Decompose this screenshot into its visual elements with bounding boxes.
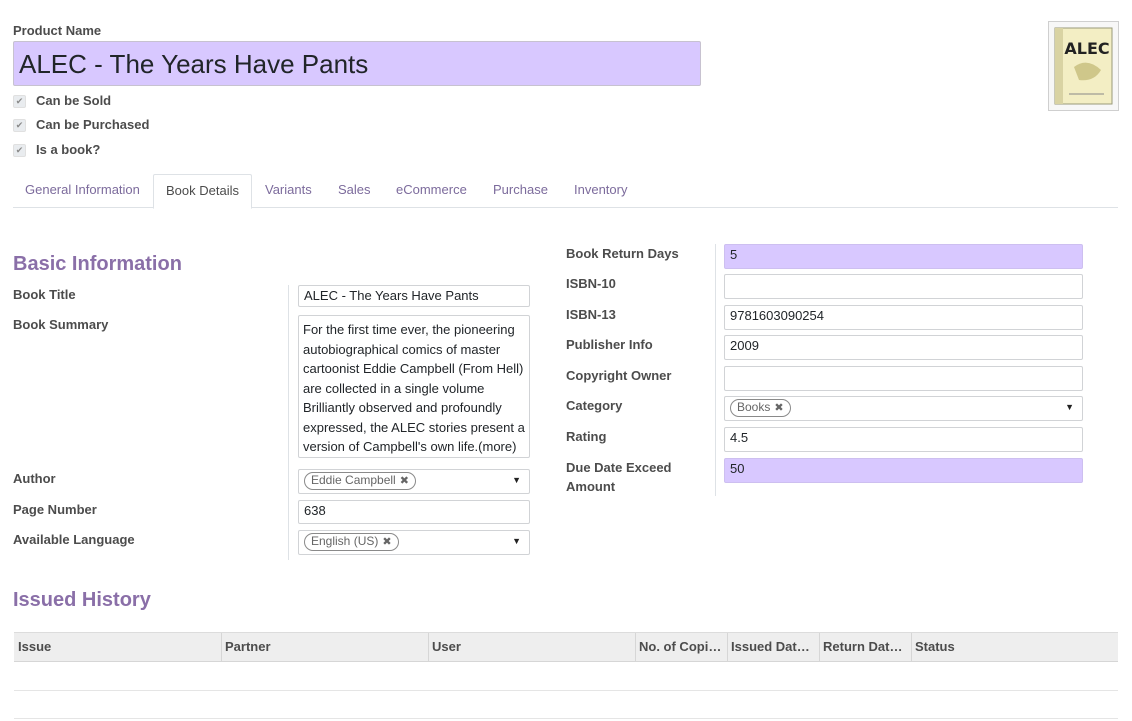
category-label: Category: [566, 398, 623, 413]
column-partner[interactable]: Partner: [221, 633, 429, 661]
isbn13-input[interactable]: 9781603090254: [724, 305, 1083, 330]
language-select[interactable]: English (US) ✖ ▼: [298, 530, 530, 555]
copyright-owner-label: Copyright Owner: [566, 368, 672, 383]
check-icon[interactable]: ✔: [13, 95, 26, 109]
book-summary-textarea[interactable]: For the first time ever, the pioneering …: [298, 315, 530, 458]
book-return-days-input[interactable]: 5: [724, 244, 1083, 269]
book-title-label: Book Title: [13, 287, 76, 302]
language-tag-label: English (US): [311, 534, 379, 548]
can-be-purchased-label: Can be Purchased: [36, 117, 150, 132]
issued-history-table-header: Issue Partner User No. of Copi… Issued D…: [14, 632, 1118, 662]
publisher-info-input[interactable]: 2009: [724, 335, 1083, 360]
remove-tag-icon[interactable]: ✖: [774, 402, 783, 414]
issued-history-title: Issued History: [13, 589, 151, 611]
author-tag: Eddie Campbell ✖: [304, 472, 416, 490]
column-issue[interactable]: Issue: [14, 633, 222, 661]
due-date-exceed-amount-input[interactable]: 50: [724, 458, 1083, 483]
left-divider: [288, 285, 289, 560]
check-icon[interactable]: ✔: [13, 119, 26, 133]
book-cover-title: ALEC: [1064, 39, 1109, 58]
product-name-value: ALEC - The Years Have Pants: [19, 49, 369, 79]
page-number-input[interactable]: 638: [298, 500, 530, 524]
product-name-input[interactable]: ALEC - The Years Have Pants: [13, 41, 701, 86]
remove-tag-icon[interactable]: ✖: [382, 536, 391, 548]
rating-label: Rating: [566, 429, 607, 444]
isbn10-label: ISBN-10: [566, 276, 616, 291]
tab-general-information[interactable]: General Information: [13, 174, 152, 206]
book-summary-label: Book Summary: [13, 317, 109, 332]
notebook-tabs: General Information Book Details Variant…: [13, 174, 1118, 209]
due-amount-label: Amount: [566, 479, 616, 494]
book-cover-image: ALEC: [1054, 27, 1113, 105]
column-user[interactable]: User: [428, 633, 636, 661]
column-return-date[interactable]: Return Dat…: [819, 633, 912, 661]
product-name-label: Product Name: [13, 23, 102, 38]
category-tag: Books ✖: [730, 399, 791, 417]
basic-information-title: Basic Information: [13, 253, 182, 275]
column-issued-date[interactable]: Issued Dat…: [727, 633, 820, 661]
tab-sales[interactable]: Sales: [326, 174, 383, 206]
table-row: [14, 661, 1118, 691]
publisher-info-label: Publisher Info: [566, 337, 653, 352]
rating-input[interactable]: 4.5: [724, 427, 1083, 452]
is-a-book-label: Is a book?: [36, 142, 101, 157]
page-number-label: Page Number: [13, 502, 97, 517]
author-label: Author: [13, 471, 56, 486]
product-image[interactable]: ALEC: [1048, 21, 1119, 111]
caret-down-icon[interactable]: ▼: [512, 470, 521, 490]
tab-variants[interactable]: Variants: [253, 174, 324, 206]
due-date-exceed-label: Due Date Exceed: [566, 460, 672, 475]
caret-down-icon[interactable]: ▼: [1065, 397, 1074, 417]
language-tag: English (US) ✖: [304, 533, 399, 551]
book-title-input[interactable]: ALEC - The Years Have Pants: [298, 285, 530, 307]
copyright-owner-input[interactable]: [724, 366, 1083, 391]
can-be-sold-label: Can be Sold: [36, 93, 112, 108]
tab-inventory[interactable]: Inventory: [562, 174, 639, 206]
author-select[interactable]: Eddie Campbell ✖ ▼: [298, 469, 530, 494]
is-a-book-checkbox[interactable]: ✔ Is a book?: [13, 142, 101, 158]
can-be-purchased-checkbox[interactable]: ✔ Can be Purchased: [13, 117, 150, 133]
book-return-days-label: Book Return Days: [566, 246, 679, 261]
tab-ecommerce[interactable]: eCommerce: [384, 174, 479, 206]
table-row: [14, 690, 1118, 719]
right-divider: [715, 244, 716, 496]
isbn10-input[interactable]: [724, 274, 1083, 299]
category-tag-label: Books: [737, 400, 771, 414]
isbn13-label: ISBN-13: [566, 307, 616, 322]
author-tag-label: Eddie Campbell: [311, 473, 396, 487]
tab-book-details[interactable]: Book Details: [153, 174, 252, 209]
check-icon[interactable]: ✔: [13, 144, 26, 158]
category-select[interactable]: Books ✖ ▼: [724, 396, 1083, 421]
can-be-sold-checkbox[interactable]: ✔ Can be Sold: [13, 93, 112, 109]
column-no-of-copies[interactable]: No. of Copi…: [635, 633, 728, 661]
available-language-label: Available Language: [13, 532, 135, 547]
caret-down-icon[interactable]: ▼: [512, 531, 521, 551]
remove-tag-icon[interactable]: ✖: [400, 475, 409, 487]
column-status[interactable]: Status: [911, 633, 1118, 661]
tab-purchase[interactable]: Purchase: [481, 174, 560, 206]
